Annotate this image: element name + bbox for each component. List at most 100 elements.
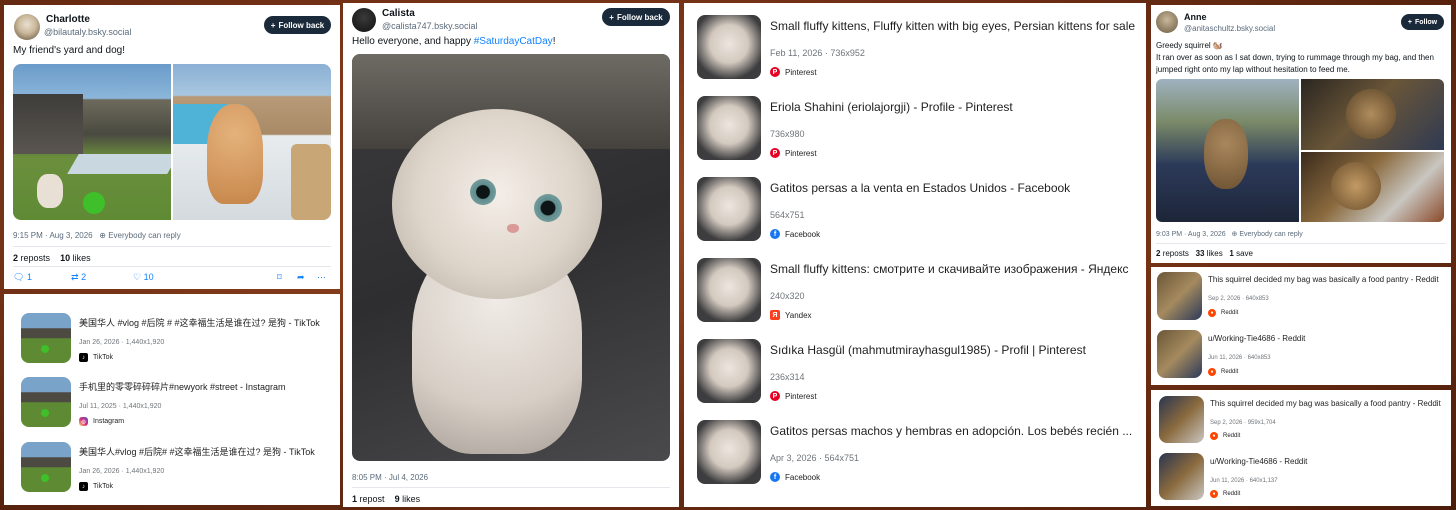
- reposts-label[interactable]: reposts: [1163, 249, 1189, 258]
- result-thumbnail[interactable]: [21, 442, 71, 492]
- likes-label[interactable]: likes: [1207, 249, 1223, 258]
- repost-button[interactable]: ⇄ 2: [71, 272, 86, 283]
- post-image-3[interactable]: [1301, 152, 1444, 222]
- result-item[interactable]: Small fluffy kittens: смотрите и скачива…: [684, 246, 1146, 327]
- likes-count[interactable]: 33: [1196, 249, 1205, 258]
- result-item[interactable]: Small fluffy kittens, Fluffy kitten with…: [684, 3, 1146, 84]
- post-time[interactable]: 9:15 PM · Aug 3, 2026: [13, 231, 93, 240]
- reply-setting[interactable]: Everybody can reply: [1239, 231, 1302, 238]
- result-title[interactable]: Gatitos persas a la venta en Estados Uni…: [770, 181, 1136, 195]
- post-image[interactable]: [352, 54, 670, 461]
- avatar[interactable]: [14, 14, 40, 40]
- result-source[interactable]: ● Reddit: [1210, 432, 1240, 440]
- result-source[interactable]: ◎ Instagram: [79, 417, 124, 426]
- like-button[interactable]: ♡ 10: [133, 272, 154, 283]
- result-item[interactable]: 美国华人#vlog #后院# #这幸福生活是谁在过? 是狗 - TikTok J…: [4, 434, 340, 504]
- result-title[interactable]: Gatitos persas machos y hembras en adopc…: [770, 424, 1136, 438]
- result-title[interactable]: 手机里的零零碎碎碎片#newyork #street - Instagram: [79, 380, 331, 393]
- result-source[interactable]: P Pinterest: [770, 391, 817, 401]
- result-title[interactable]: This squirrel decided my bag was basical…: [1208, 275, 1446, 284]
- author-name[interactable]: Anne: [1184, 12, 1207, 22]
- author-name[interactable]: Calista: [382, 8, 415, 19]
- result-thumbnail[interactable]: [21, 313, 71, 363]
- result-thumbnail[interactable]: [697, 420, 761, 484]
- result-thumbnail[interactable]: [697, 177, 761, 241]
- avatar[interactable]: [1156, 11, 1178, 33]
- result-thumbnail[interactable]: [697, 15, 761, 79]
- post-image-2[interactable]: [173, 64, 331, 220]
- likes-label[interactable]: likes: [402, 494, 420, 504]
- likes-label[interactable]: likes: [73, 253, 91, 263]
- post-time[interactable]: 9:03 PM · Aug 3, 2026: [1156, 231, 1226, 238]
- follow-label: Follow: [1414, 18, 1438, 26]
- result-source[interactable]: Я Yandex: [770, 310, 812, 320]
- result-thumbnail[interactable]: [21, 377, 71, 427]
- share-icon[interactable]: ➦: [297, 272, 305, 283]
- result-source[interactable]: f Facebook: [770, 229, 820, 239]
- reply-button[interactable]: 🗨 1: [13, 272, 32, 283]
- result-item[interactable]: 美国华人 #vlog #后院 # #这幸福生活是谁在过? 是狗 - TikTok…: [4, 294, 340, 364]
- result-item[interactable]: u/Working-Tie4686 - Reddit Jun 11, 2026 …: [1151, 326, 1451, 385]
- hashtag-link[interactable]: #SaturdayCatDay: [474, 36, 553, 47]
- author-name[interactable]: Charlotte: [46, 14, 90, 25]
- result-title[interactable]: Eriola Shahini (eriolajorgji) - Profile …: [770, 100, 1136, 114]
- result-thumbnail[interactable]: [697, 96, 761, 160]
- likes-count[interactable]: 9: [395, 494, 400, 504]
- result-item[interactable]: Sıdıka Hasgül (mahmutmirayhasgul1985) - …: [684, 327, 1146, 408]
- result-source[interactable]: P Pinterest: [770, 148, 817, 158]
- result-title[interactable]: u/Working-Tie4686 - Reddit: [1208, 334, 1446, 343]
- result-source[interactable]: ● Reddit: [1210, 490, 1240, 498]
- result-thumbnail[interactable]: [1159, 453, 1204, 500]
- author-handle[interactable]: @calista747.bsky.social: [382, 21, 478, 31]
- reposts-label[interactable]: repost: [360, 494, 385, 504]
- follow-back-button[interactable]: + Follow back: [264, 16, 331, 34]
- more-icon[interactable]: ⋯: [317, 272, 326, 283]
- result-thumbnail[interactable]: [1159, 396, 1204, 443]
- result-source-name: Pinterest: [785, 67, 817, 77]
- squirrel-shape: [1331, 162, 1381, 210]
- reply-setting[interactable]: Everybody can reply: [108, 231, 180, 240]
- result-thumbnail[interactable]: [697, 258, 761, 322]
- result-item[interactable]: Eriola Shahini (eriolajorgji) - Profile …: [684, 84, 1146, 165]
- result-source-name: Reddit: [1223, 491, 1241, 497]
- post-time[interactable]: 8:05 PM · Jul 4, 2026: [352, 473, 428, 482]
- result-source[interactable]: f Facebook: [770, 472, 820, 482]
- bookmark-icon[interactable]: ⌑: [277, 272, 282, 283]
- result-item[interactable]: Gatitos persas machos y hembras en adopc…: [684, 408, 1146, 489]
- author-handle[interactable]: @anitaschultz.bsky.social: [1184, 24, 1275, 33]
- result-title[interactable]: 美国华人 #vlog #后院 # #这幸福生活是谁在过? 是狗 - TikTok: [79, 316, 331, 329]
- result-source[interactable]: ● Reddit: [1208, 368, 1238, 376]
- result-source[interactable]: ● Reddit: [1208, 309, 1238, 317]
- result-item[interactable]: This squirrel decided my bag was basical…: [1151, 390, 1451, 448]
- avatar[interactable]: [352, 8, 376, 32]
- result-thumbnail[interactable]: [1157, 330, 1202, 378]
- result-title[interactable]: Small fluffy kittens: смотрите и скачива…: [770, 262, 1136, 276]
- reposts-count[interactable]: 2: [1156, 249, 1160, 258]
- result-item[interactable]: This squirrel decided my bag was basical…: [1151, 267, 1451, 326]
- post-image-1[interactable]: [1156, 79, 1299, 222]
- result-thumbnail[interactable]: [1157, 272, 1202, 320]
- result-item[interactable]: u/Working-Tie4686 - Reddit Jun 11, 2026 …: [1151, 448, 1451, 506]
- result-source[interactable]: ♪ TikTok: [79, 482, 113, 491]
- author-handle[interactable]: @bilautaly.bsky.social: [44, 27, 131, 37]
- follow-button[interactable]: + Follow: [1401, 14, 1444, 30]
- result-title[interactable]: Sıdıka Hasgül (mahmutmirayhasgul1985) - …: [770, 343, 1136, 357]
- result-item[interactable]: Gatitos persas a la venta en Estados Uni…: [684, 165, 1146, 246]
- saves-count[interactable]: 1: [1229, 249, 1233, 258]
- result-item[interactable]: 手机里的零零碎碎碎片#newyork #street - Instagram J…: [4, 364, 340, 434]
- result-title[interactable]: 美国华人#vlog #后院# #这幸福生活是谁在过? 是狗 - TikTok: [79, 445, 331, 458]
- saves-label[interactable]: save: [1236, 249, 1253, 258]
- likes-count[interactable]: 10: [60, 253, 70, 263]
- result-source[interactable]: P Pinterest: [770, 67, 817, 77]
- result-title[interactable]: Small fluffy kittens, Fluffy kitten with…: [770, 19, 1136, 33]
- reposts-label[interactable]: reposts: [21, 253, 51, 263]
- result-thumbnail[interactable]: [697, 339, 761, 403]
- post-image-2[interactable]: [1301, 79, 1444, 150]
- result-title[interactable]: This squirrel decided my bag was basical…: [1210, 399, 1446, 408]
- reposts-count[interactable]: 1: [352, 494, 357, 504]
- post-image-1[interactable]: [13, 64, 171, 220]
- reposts-count[interactable]: 2: [13, 253, 18, 263]
- result-title[interactable]: u/Working-Tie4686 - Reddit: [1210, 457, 1446, 466]
- follow-back-button[interactable]: + Follow back: [602, 8, 670, 26]
- result-source[interactable]: ♪ TikTok: [79, 353, 113, 362]
